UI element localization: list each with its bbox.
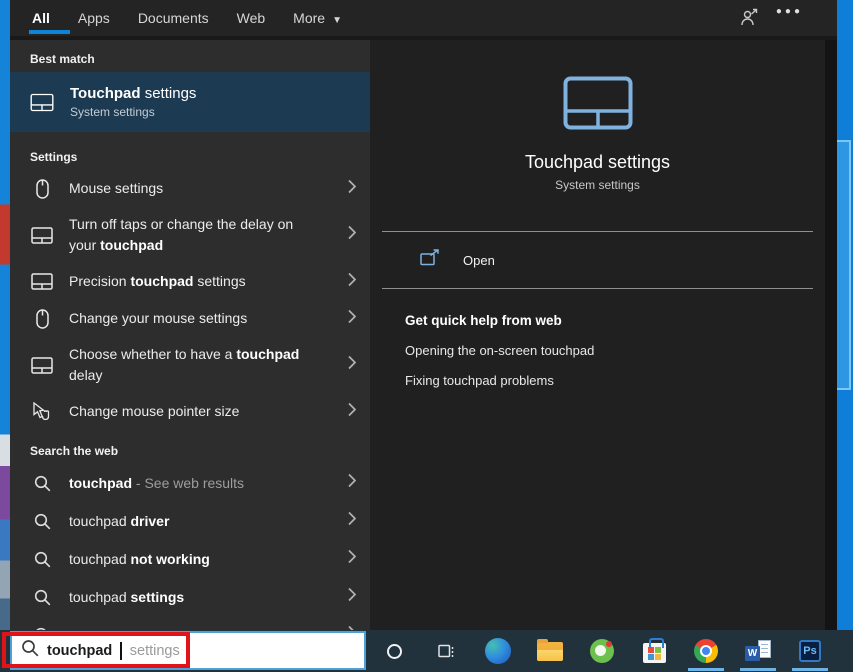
search-icon (30, 475, 54, 492)
touchpad-icon-large (563, 76, 633, 130)
active-tab-underline (29, 30, 70, 34)
help-link-onscreen-touchpad[interactable]: Opening the on-screen touchpad (405, 343, 825, 358)
tab-all[interactable]: All (32, 10, 50, 26)
chevron-right-icon[interactable] (348, 272, 356, 291)
green-disc-app-icon[interactable] (576, 630, 628, 672)
open-action[interactable]: Open (382, 232, 813, 289)
settings-section-header: Settings (10, 144, 370, 170)
result-label: Turn off taps or change the delay on you… (69, 214, 321, 256)
search-filter-tabs: All Apps Documents Web More▼ (10, 0, 837, 36)
chevron-right-icon[interactable] (348, 179, 356, 198)
result-change-mouse-settings[interactable]: Change your mouse settings (10, 300, 370, 337)
tab-web[interactable]: Web (237, 10, 266, 26)
photoshop-icon[interactable]: Ps (784, 630, 836, 672)
best-match-header: Best match (10, 46, 370, 72)
result-mouse-settings[interactable]: Mouse settings (10, 170, 370, 207)
chevron-right-icon[interactable] (348, 512, 356, 531)
web-result-touchpad-not-working[interactable]: touchpad not working (10, 540, 370, 578)
chevron-right-icon[interactable] (348, 550, 356, 569)
search-results-panel: Best match Touchpad settings System sett… (10, 40, 370, 630)
result-preview-panel: Touchpad settings System settings Open G… (370, 40, 825, 630)
result-precision-touchpad[interactable]: Precision touchpad settings (10, 263, 370, 300)
web-result-see-web-results[interactable]: touchpad - See web results (10, 464, 370, 502)
result-label: Change mouse pointer size (69, 401, 239, 422)
touchpad-icon (30, 227, 54, 244)
chevron-right-icon[interactable] (348, 226, 356, 245)
result-label: touchpad not working (69, 549, 210, 570)
microsoft-store-icon[interactable] (628, 630, 680, 672)
search-the-web-header: Search the web (10, 438, 370, 464)
annotation-highlight (2, 632, 190, 668)
ellipsis-icon[interactable]: ●●● (776, 6, 803, 17)
result-touchpad-delay[interactable]: Choose whether to have a touchpad delay (10, 337, 370, 393)
best-match-title: Touchpad settings (70, 85, 196, 102)
partial-app-icon[interactable] (836, 630, 853, 672)
preview-block: Touchpad settings System settings (370, 76, 825, 192)
account-icon[interactable] (740, 8, 759, 32)
search-icon (30, 551, 54, 568)
result-label: touchpad settings (69, 587, 184, 608)
taskbar-icons: W Ps (368, 630, 853, 672)
search-icon (30, 513, 54, 530)
help-link-fixing-problems[interactable]: Fixing touchpad problems (405, 373, 825, 388)
preview-title: Touchpad settings (370, 152, 825, 173)
best-match-result-touchpad-settings[interactable]: Touchpad settings System settings (10, 72, 370, 132)
tab-more[interactable]: More▼ (293, 10, 342, 26)
touchpad-icon (30, 91, 54, 114)
best-match-text: Touchpad settings System settings (70, 85, 196, 119)
chevron-right-icon[interactable] (348, 402, 356, 421)
touchpad-icon (30, 357, 54, 374)
chevron-right-icon[interactable] (348, 474, 356, 493)
chevron-right-icon[interactable] (348, 309, 356, 328)
open-in-new-icon (420, 249, 441, 271)
result-label: Precision touchpad settings (69, 271, 246, 292)
quick-help-section: Get quick help from web Opening the on-s… (370, 313, 825, 388)
open-label: Open (463, 253, 495, 268)
web-result-partial[interactable]: touchpad test (10, 616, 370, 630)
chevron-down-icon: ▼ (332, 15, 342, 26)
chrome-icon[interactable] (680, 630, 732, 672)
mouse-icon (30, 309, 54, 329)
word-icon[interactable]: W (732, 630, 784, 672)
chevron-right-icon[interactable] (348, 356, 356, 375)
pointer-icon (30, 402, 54, 421)
result-label: touchpad - See web results (69, 473, 244, 494)
best-match-subtitle: System settings (70, 105, 196, 119)
search-icon (30, 589, 54, 606)
result-label: Change your mouse settings (69, 308, 247, 329)
search-window-topbar: All Apps Documents Web More▼ ●●● (10, 0, 837, 36)
task-view-icon[interactable] (420, 630, 472, 672)
tab-documents[interactable]: Documents (138, 10, 209, 26)
result-pointer-size[interactable]: Change mouse pointer size (10, 393, 370, 430)
preview-subtitle: System settings (370, 178, 825, 192)
web-result-touchpad-settings[interactable]: touchpad settings (10, 578, 370, 616)
edge-icon[interactable] (472, 630, 524, 672)
result-label: Mouse settings (69, 178, 163, 199)
cortana-icon[interactable] (368, 630, 420, 672)
chevron-right-icon[interactable] (348, 588, 356, 607)
quick-help-header: Get quick help from web (405, 313, 825, 328)
web-result-touchpad-driver[interactable]: touchpad driver (10, 502, 370, 540)
mouse-icon (30, 179, 54, 199)
result-label: Choose whether to have a touchpad delay (69, 344, 321, 386)
result-turn-off-taps[interactable]: Turn off taps or change the delay on you… (10, 207, 370, 263)
touchpad-icon (30, 273, 54, 290)
panel-edge-gap (825, 40, 837, 630)
desktop-background-left (0, 0, 10, 630)
tab-apps[interactable]: Apps (78, 10, 110, 26)
file-explorer-icon[interactable] (524, 630, 576, 672)
result-label: touchpad driver (69, 511, 169, 532)
